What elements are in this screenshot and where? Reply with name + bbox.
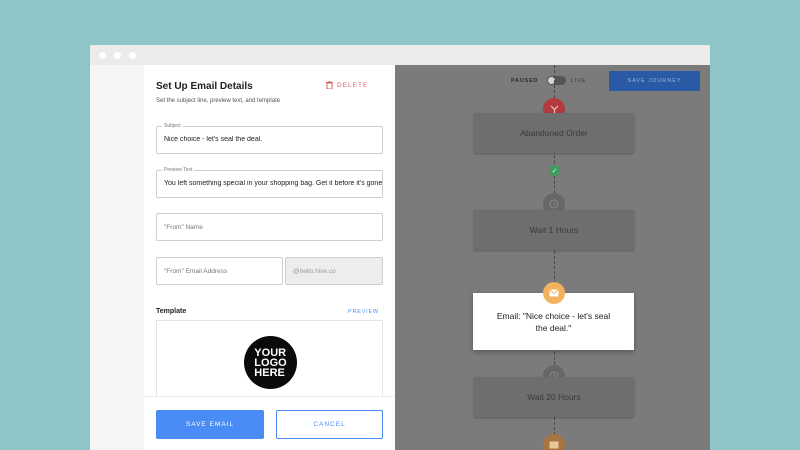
window-minimize-dot[interactable] [114, 52, 121, 59]
panel-title: Set Up Email Details [156, 81, 253, 92]
panel-footer: SAVE EMAIL CANCEL [144, 396, 395, 450]
delete-button[interactable]: DELETE [326, 81, 368, 89]
template-label: Template [156, 308, 187, 315]
journey-node-wait-1[interactable]: Wait 1 Hours [474, 210, 634, 250]
preview-text-value: You left something special in your shopp… [164, 180, 382, 187]
left-sidebar [90, 65, 144, 450]
from-email-placeholder: "From" Email Address [164, 268, 228, 275]
journey-canvas: PAUSED LIVE SAVE JOURNEY Abandoned Order… [395, 65, 710, 450]
template-preview-box[interactable]: YOUR LOGO HERE [156, 320, 383, 396]
delete-label: DELETE [337, 81, 369, 89]
live-label: LIVE [571, 78, 587, 84]
template-preview-link[interactable]: PREVIEW [348, 309, 379, 315]
journey-node-wait-20[interactable]: Wait 20 Hours [474, 377, 634, 417]
cancel-button[interactable]: CANCEL [276, 410, 383, 439]
save-email-button[interactable]: SAVE EMAIL [156, 410, 264, 439]
live-toggle[interactable] [547, 76, 566, 85]
journey-node-trigger[interactable]: Abandoned Order [474, 113, 634, 153]
save-journey-button[interactable]: SAVE JOURNEY [609, 71, 700, 91]
window-maximize-dot[interactable] [129, 52, 136, 59]
email-domain-value: @hello.hive.co [293, 268, 336, 275]
from-name-field[interactable]: "From" Name [156, 213, 383, 241]
email-domain-field: @hello.hive.co [285, 257, 383, 285]
browser-window: Set Up Email Details Set the subject lin… [90, 45, 710, 450]
subject-label: Subject [162, 123, 183, 129]
email-details-panel: Set Up Email Details Set the subject lin… [144, 65, 395, 450]
panel-subtitle: Set the subject line, preview text, and … [156, 98, 281, 104]
paused-label: PAUSED [511, 78, 539, 84]
window-titlebar [90, 45, 710, 65]
from-email-field[interactable]: "From" Email Address [156, 257, 283, 285]
logo-line: LOGO [254, 356, 287, 369]
trash-icon [326, 81, 333, 89]
mail-icon [543, 282, 565, 304]
logo-placeholder: YOUR LOGO HERE [244, 336, 297, 389]
mail-icon [543, 434, 565, 450]
window-close-dot[interactable] [99, 52, 106, 59]
subject-value: Nice choice - let's seal the deal. [164, 136, 263, 143]
logo-line: HERE [254, 366, 285, 379]
logo-line: YOUR [254, 346, 287, 359]
from-name-placeholder: "From" Name [164, 224, 203, 231]
check-icon: ✓ [549, 165, 560, 176]
subject-field[interactable]: Subject Nice choice - let's seal the dea… [156, 123, 383, 154]
preview-text-field[interactable]: Preview Text You left something special … [156, 167, 383, 198]
preview-text-label: Preview Text [162, 167, 195, 173]
